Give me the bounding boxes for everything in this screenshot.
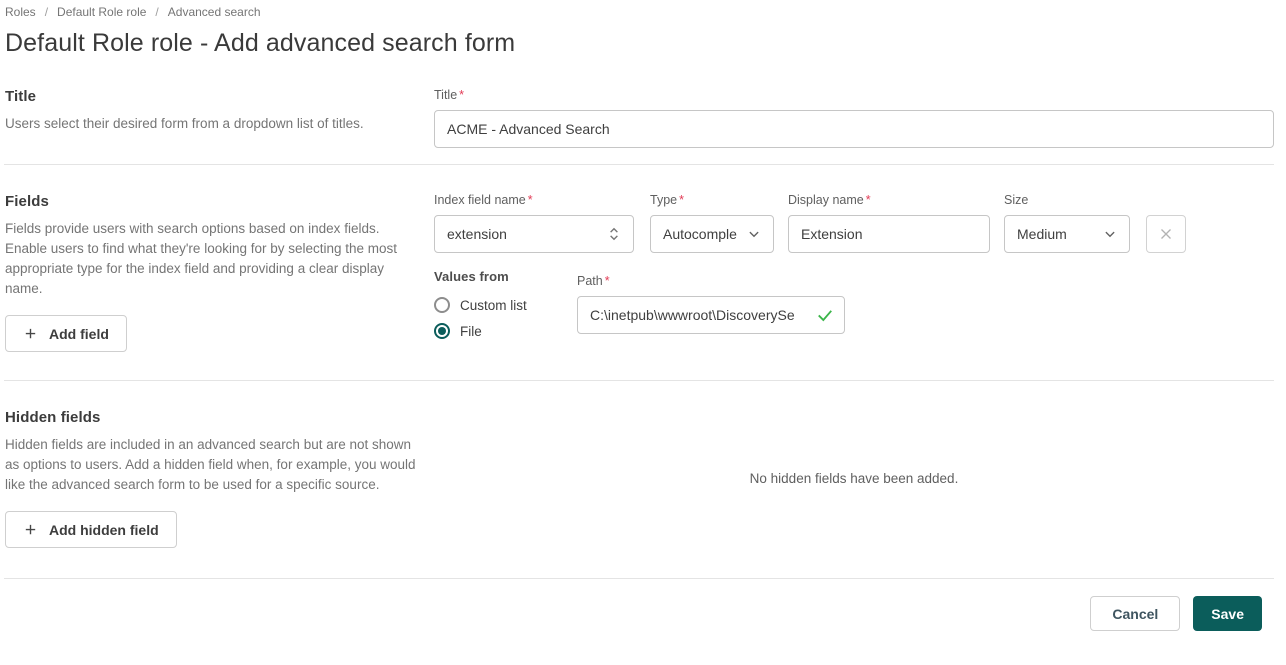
close-icon: [1157, 225, 1175, 243]
type-select[interactable]: Autocomple: [650, 215, 774, 253]
radio-label: Custom list: [460, 298, 527, 313]
index-field-combobox[interactable]: extension: [434, 215, 634, 253]
radio-label: File: [460, 324, 482, 339]
values-from-group: Values from Custom list File: [434, 269, 577, 339]
values-from-option-custom-list[interactable]: Custom list: [434, 297, 577, 313]
index-field-value: extension: [447, 226, 507, 242]
title-input[interactable]: [434, 110, 1274, 148]
index-field-group: Index field name* extension: [434, 193, 634, 253]
fields-section-info: Fields Fields provide users with search …: [4, 193, 434, 352]
path-field-group: Path*: [577, 274, 845, 339]
required-asterisk: *: [866, 193, 871, 207]
type-field-label: Type*: [650, 193, 774, 207]
save-button[interactable]: Save: [1193, 596, 1262, 631]
valid-check-icon: [815, 305, 835, 325]
fields-section-heading: Fields: [5, 193, 418, 210]
title-section-heading: Title: [5, 88, 418, 105]
unfold-more-icon: [605, 225, 623, 243]
breadcrumb-item-roles[interactable]: Roles: [5, 5, 36, 19]
title-section-form: Title*: [434, 88, 1274, 148]
hidden-fields-heading: Hidden fields: [5, 409, 418, 426]
field-row: Index field name* extension Type* Auto: [434, 193, 1274, 253]
chevron-down-icon: [745, 225, 763, 243]
index-field-label: Index field name*: [434, 193, 634, 207]
required-asterisk: *: [605, 274, 610, 288]
radio-icon[interactable]: [434, 323, 450, 339]
fields-section: Fields Fields provide users with search …: [4, 165, 1274, 380]
values-from-row: Values from Custom list File Path*: [434, 269, 1274, 339]
add-field-button[interactable]: Add field: [5, 315, 127, 352]
remove-field-button[interactable]: [1146, 215, 1186, 253]
hidden-fields-info: Hidden fields Hidden fields are included…: [4, 409, 434, 548]
display-name-group: Display name*: [788, 193, 990, 253]
display-name-input[interactable]: [788, 215, 990, 253]
display-name-label: Display name*: [788, 193, 990, 207]
cancel-button[interactable]: Cancel: [1090, 596, 1180, 631]
required-asterisk: *: [679, 193, 684, 207]
breadcrumb: Roles / Default Role role / Advanced sea…: [4, 3, 1274, 19]
hidden-fields-empty-state: No hidden fields have been added.: [434, 409, 1274, 548]
hidden-fields-section: Hidden fields Hidden fields are included…: [4, 381, 1274, 578]
breadcrumb-separator: /: [155, 5, 158, 19]
type-field-group: Type* Autocomple: [650, 193, 774, 253]
values-from-option-file[interactable]: File: [434, 323, 577, 339]
size-value: Medium: [1017, 226, 1067, 242]
size-select[interactable]: Medium: [1004, 215, 1130, 253]
path-input-wrap: [577, 296, 845, 334]
title-section-info: Title Users select their desired form fr…: [4, 88, 434, 148]
title-field-label: Title*: [434, 88, 1274, 102]
type-value: Autocomple: [663, 226, 737, 242]
empty-state-text: No hidden fields have been added.: [750, 471, 959, 486]
size-field-group: Size Medium: [1004, 193, 1130, 253]
breadcrumb-item-advanced-search[interactable]: Advanced search: [168, 5, 261, 19]
breadcrumb-separator: /: [45, 5, 48, 19]
path-field-label: Path*: [577, 274, 845, 288]
required-asterisk: *: [459, 88, 464, 102]
hidden-fields-description: Hidden fields are included in an advance…: [5, 435, 418, 495]
plus-icon: [23, 522, 38, 537]
breadcrumb-item-default-role[interactable]: Default Role role: [57, 5, 146, 19]
add-hidden-field-button[interactable]: Add hidden field: [5, 511, 177, 548]
required-asterisk: *: [528, 193, 533, 207]
path-input[interactable]: [577, 296, 845, 334]
chevron-down-icon: [1101, 225, 1119, 243]
title-section: Title Users select their desired form fr…: [4, 58, 1274, 164]
size-field-label: Size: [1004, 193, 1130, 207]
values-from-label: Values from: [434, 269, 577, 284]
page-container: Roles / Default Role role / Advanced sea…: [0, 0, 1286, 647]
radio-icon[interactable]: [434, 297, 450, 313]
plus-icon: [23, 326, 38, 341]
fields-section-description: Fields provide users with search options…: [5, 219, 418, 299]
title-section-description: Users select their desired form from a d…: [5, 114, 418, 134]
footer-actions: Cancel Save: [4, 579, 1274, 647]
fields-section-form: Index field name* extension Type* Auto: [434, 193, 1274, 352]
page-title: Default Role role - Add advanced search …: [5, 29, 1274, 58]
